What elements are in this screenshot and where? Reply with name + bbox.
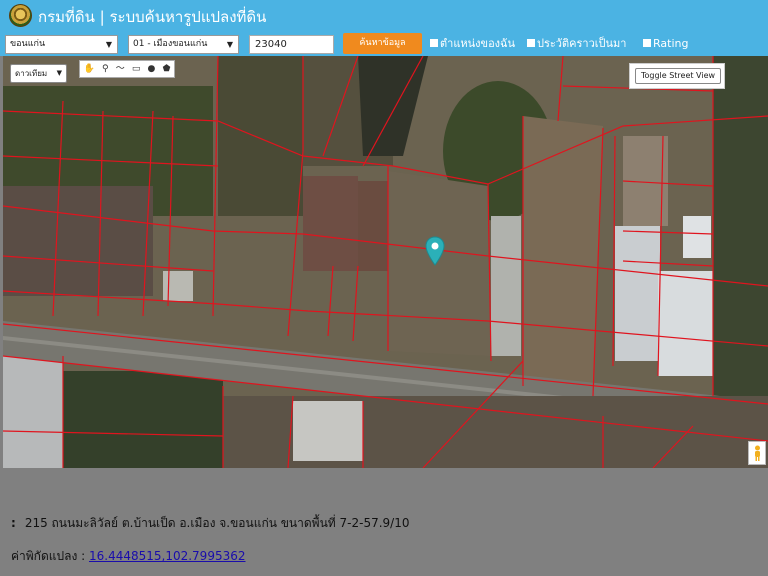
- rectangle-icon[interactable]: ▭: [132, 61, 141, 77]
- chevron-down-icon: ▼: [56, 69, 62, 77]
- province-select[interactable]: ขอนแก่น ▼: [5, 35, 118, 54]
- parcel-coordinate-row: ค่าพิกัดแปลง : 16.4448515,102.7995362: [11, 547, 246, 566]
- parcel-address: 215 ถนนมะลิวัลย์ ต.บ้านเป็ด อ.เมือง จ.ขอ…: [24, 516, 410, 530]
- my-location-label: ตำแหน่งของฉัน: [440, 37, 516, 50]
- parcel-number-input[interactable]: 23040: [249, 35, 334, 54]
- coordinate-label: ค่าพิกัดแปลง :: [11, 549, 86, 563]
- history-label: ประวัติคราวเป็นมา: [537, 37, 627, 50]
- province-select-value: ขอนแก่น: [10, 39, 46, 49]
- app-header: กรมที่ดิน | ระบบค้นหารูปแปลงที่ดิน ขอนแก…: [0, 0, 768, 56]
- marker-icon[interactable]: ⚲: [102, 61, 109, 77]
- app-title: กรมที่ดิน | ระบบค้นหารูปแปลงที่ดิน: [38, 8, 267, 26]
- chevron-down-icon: ▼: [105, 40, 112, 49]
- hand-icon[interactable]: ✋: [84, 61, 95, 77]
- pegman-icon[interactable]: [748, 441, 766, 465]
- satellite-imagery: [3, 56, 768, 468]
- my-location-checkbox[interactable]: ตำแหน่งของฉัน: [430, 37, 515, 51]
- polygon-icon[interactable]: ⬟: [163, 61, 171, 77]
- map-type-select[interactable]: ดาวเทียม ▼: [10, 64, 67, 83]
- search-button[interactable]: ค้นหาข้อมูล: [343, 33, 422, 54]
- checkbox-icon[interactable]: [430, 39, 438, 47]
- address-prefix: :: [11, 516, 16, 530]
- toggle-street-view-button[interactable]: Toggle Street View: [635, 68, 721, 84]
- parcel-info-panel: :215 ถนนมะลิวัลย์ ต.บ้านเป็ด อ.เมือง จ.ข…: [0, 468, 768, 576]
- land-department-logo: [9, 4, 32, 27]
- district-select-value: 01 - เมืองขอนแก่น: [133, 39, 208, 49]
- drawing-toolbar: ✋ ⚲ 〜 ▭ ● ⬟: [79, 60, 175, 78]
- chevron-down-icon: ▼: [226, 40, 233, 49]
- map-type-value: ดาวเทียม: [15, 69, 48, 78]
- polyline-icon[interactable]: 〜: [116, 61, 125, 77]
- coordinate-link[interactable]: 16.4448515,102.7995362: [89, 549, 246, 563]
- history-checkbox[interactable]: ประวัติคราวเป็นมา: [527, 37, 626, 51]
- checkbox-icon[interactable]: [527, 39, 535, 47]
- location-marker-icon[interactable]: [425, 236, 445, 270]
- district-select[interactable]: 01 - เมืองขอนแก่น ▼: [128, 35, 239, 54]
- rating-label: Rating: [653, 37, 689, 50]
- satellite-map[interactable]: ดาวเทียม ▼ ✋ ⚲ 〜 ▭ ● ⬟ Toggle Street Vie…: [3, 56, 768, 468]
- circle-icon[interactable]: ●: [148, 61, 156, 77]
- parcel-address-row: :215 ถนนมะลิวัลย์ ต.บ้านเป็ด อ.เมือง จ.ข…: [11, 514, 409, 533]
- rating-checkbox[interactable]: Rating: [643, 37, 688, 51]
- checkbox-icon[interactable]: [643, 39, 651, 47]
